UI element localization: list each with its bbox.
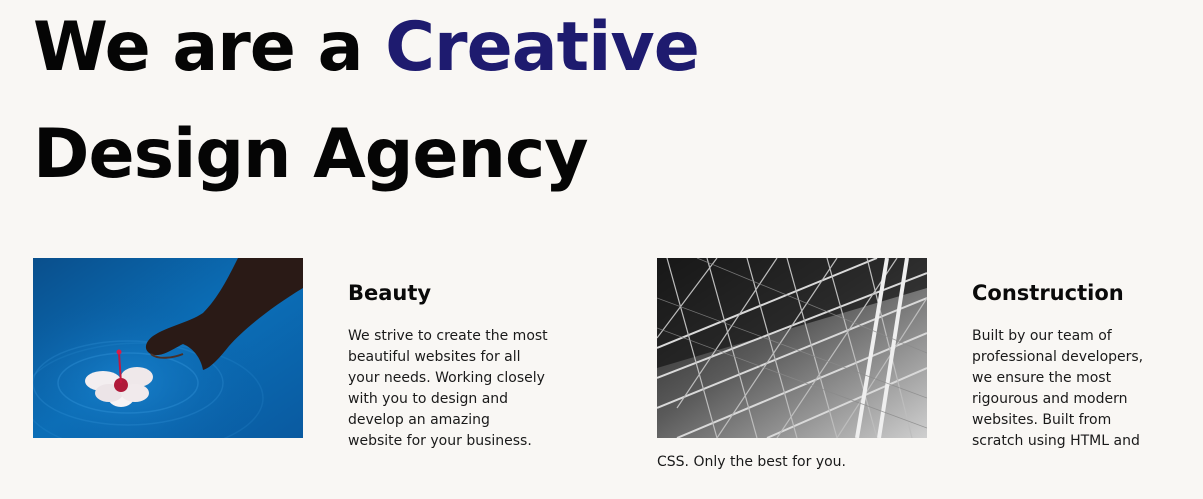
hero-title-accent: Creative bbox=[385, 8, 700, 87]
construction-description: Built by our team of professional develo… bbox=[972, 328, 1144, 449]
construction-image bbox=[657, 258, 927, 438]
beauty-image bbox=[33, 258, 303, 438]
hero-title-line2: Design Agency bbox=[33, 115, 589, 194]
beauty-title: Beauty bbox=[348, 281, 432, 305]
hero-headline-line1: We are a Creative bbox=[33, 0, 700, 100]
construction-title: Construction bbox=[972, 281, 1124, 305]
construction-description-continued: CSS. Only the best for you. bbox=[657, 454, 846, 470]
hero-headline: We are a Creative Design Agency bbox=[33, 0, 700, 210]
beauty-description: We strive to create the most beautiful w… bbox=[348, 328, 548, 449]
hero-title-prefix: We are a bbox=[33, 8, 386, 87]
page: We are a Creative Design Agency Beauty W… bbox=[0, 0, 1203, 499]
